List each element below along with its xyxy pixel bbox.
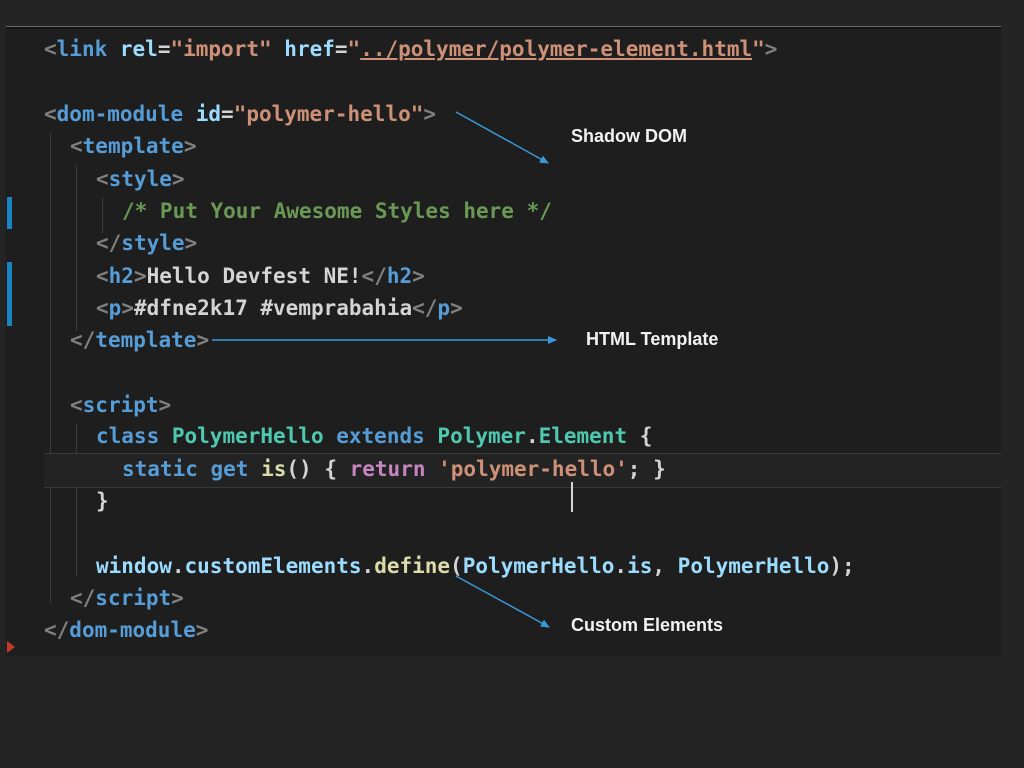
annotation-arrows (212, 111, 557, 628)
annotation-custom-elements: Custom Elements (571, 615, 724, 635)
arrow-shadow-dom (455, 111, 549, 164)
arrow-custom-elements (455, 575, 550, 628)
annotation-shadow-dom: Shadow DOM (571, 126, 687, 146)
annotation-html-template: HTML Template (586, 329, 719, 349)
